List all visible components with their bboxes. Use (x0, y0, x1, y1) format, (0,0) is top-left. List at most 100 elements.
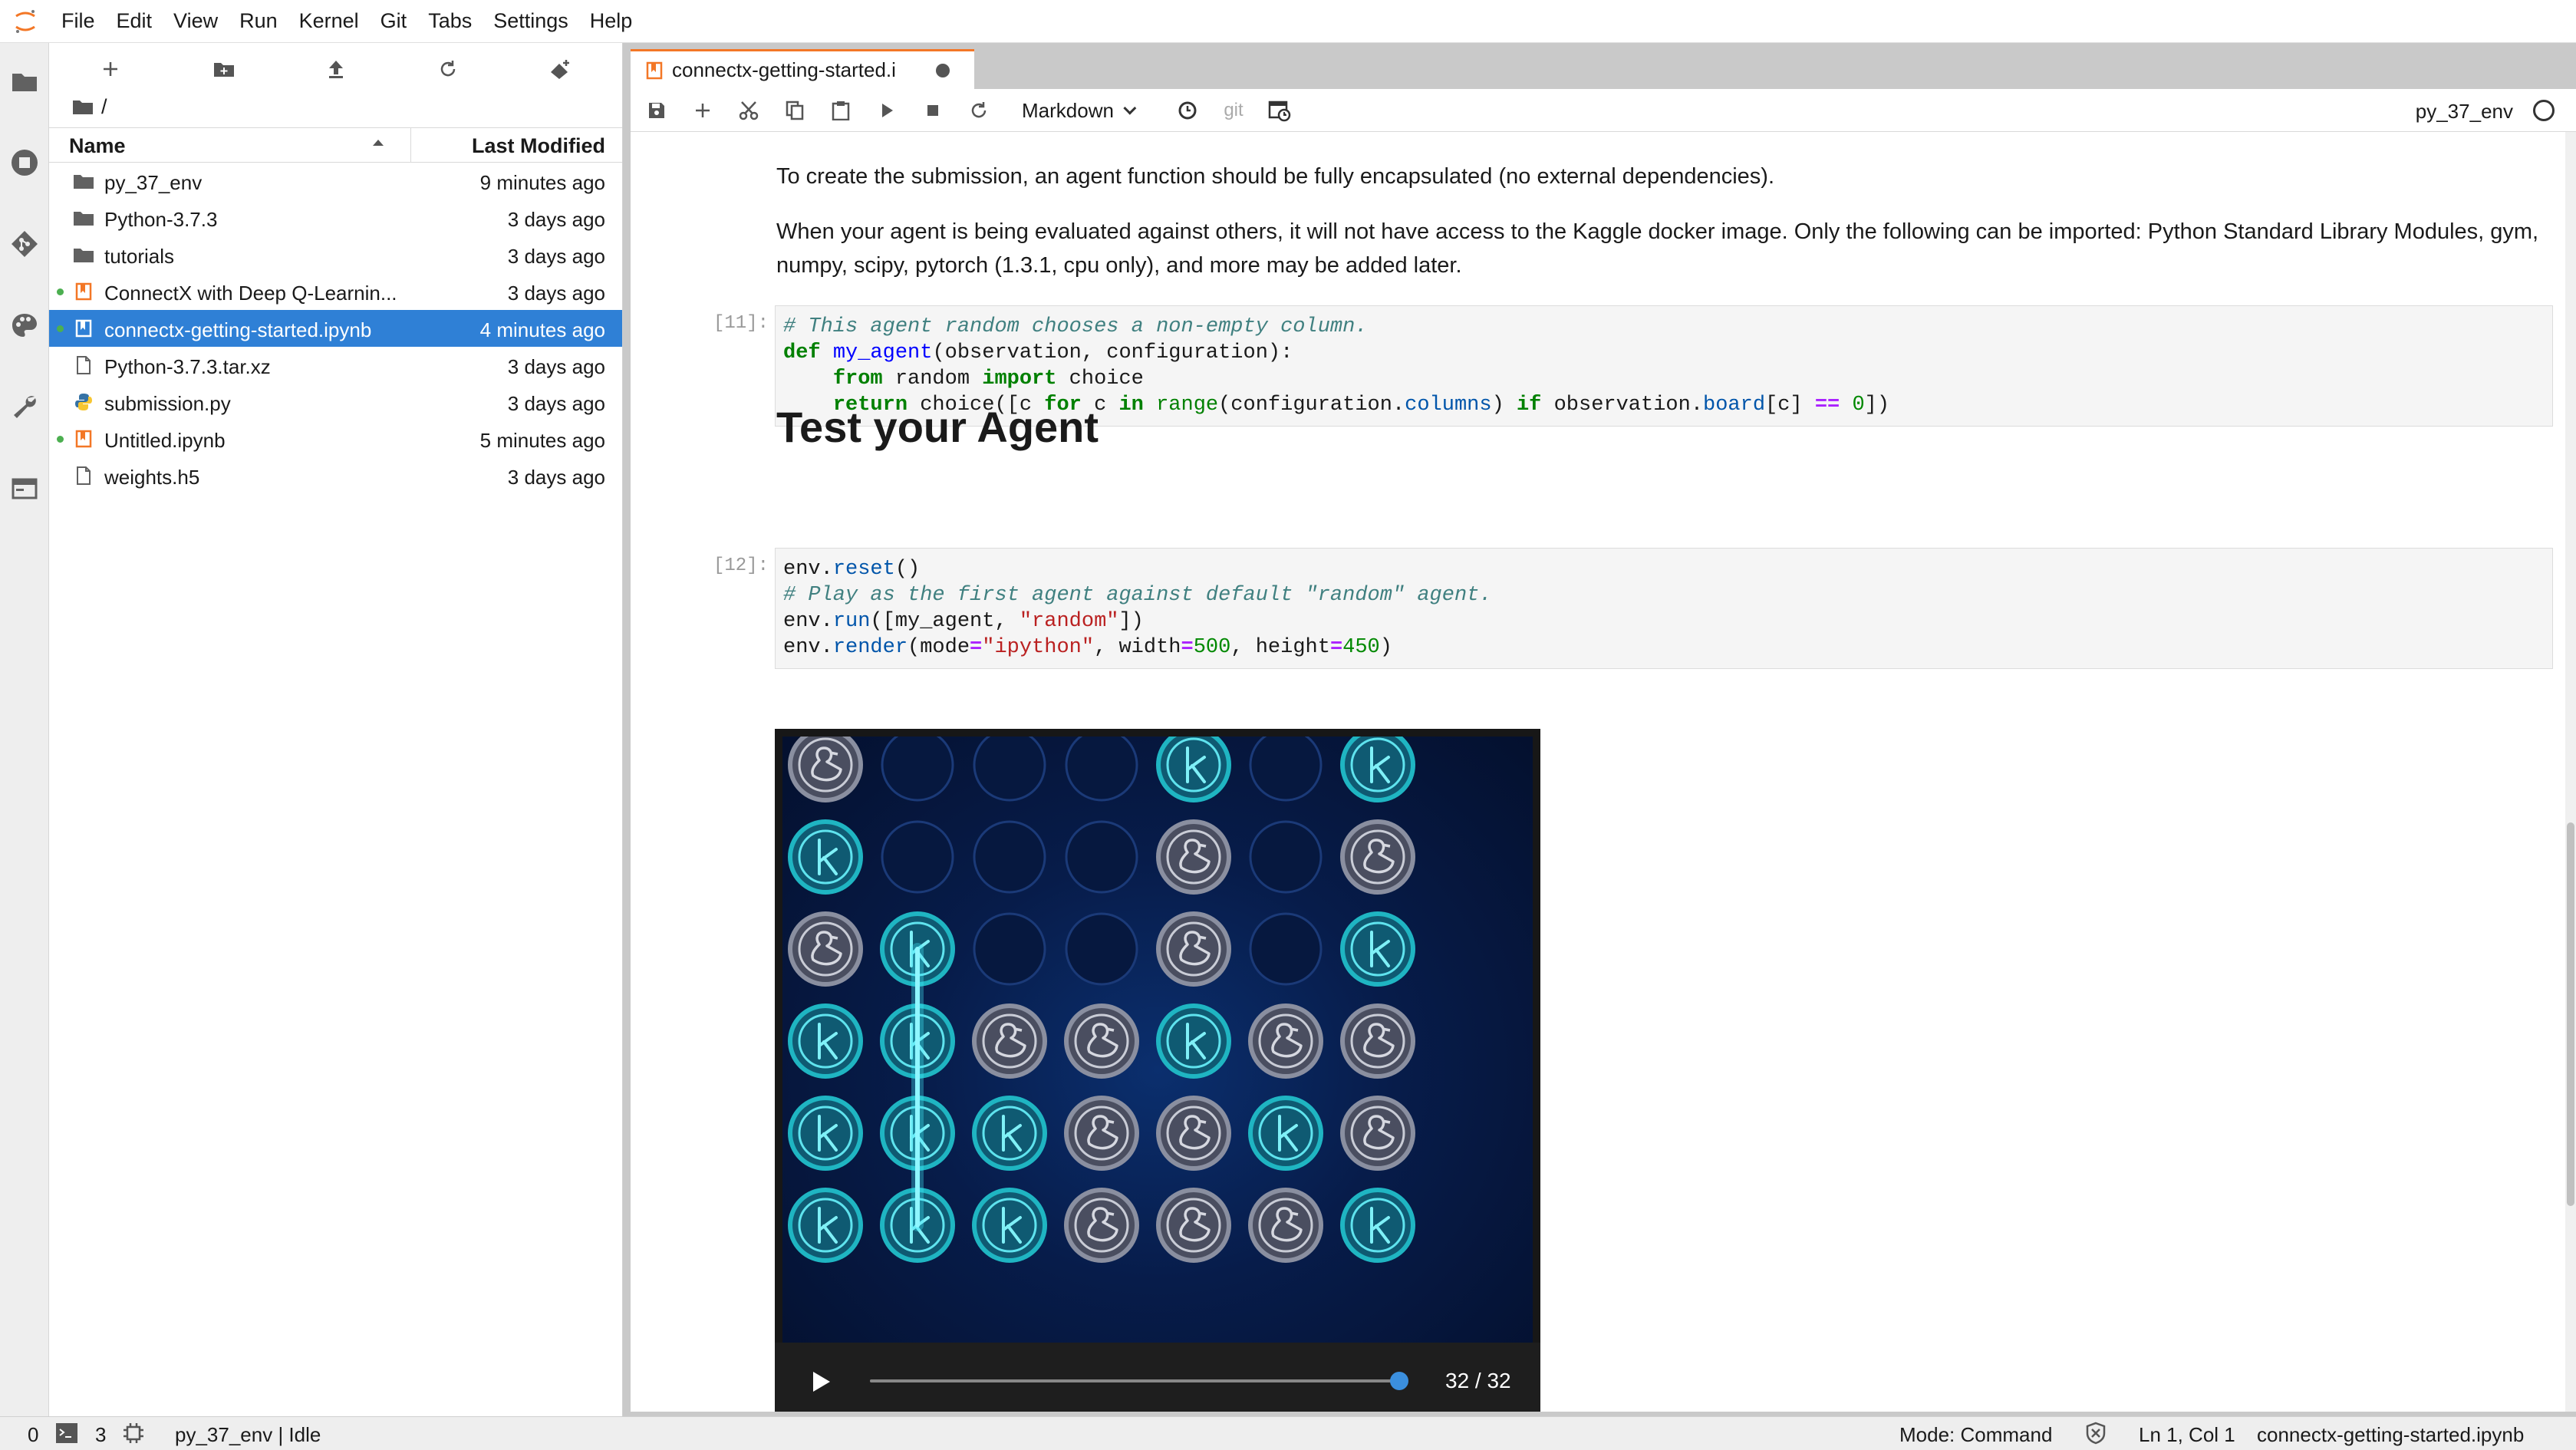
terminal-icon[interactable] (55, 1422, 78, 1450)
home-folder-icon[interactable] (72, 98, 94, 115)
upload-icon[interactable] (321, 54, 351, 84)
duck-piece (1064, 1188, 1139, 1263)
notebook-icon (646, 61, 663, 79)
refresh-icon[interactable] (433, 54, 463, 84)
play-icon[interactable] (813, 1372, 830, 1392)
file-modified: 3 days ago (507, 208, 605, 231)
git-diff-button[interactable]: git (1218, 95, 1249, 126)
cursor-position[interactable]: Ln 1, Col 1 (2139, 1423, 2235, 1447)
file-row[interactable]: Python-3.7.3 3 days ago (49, 199, 622, 236)
copy-icon[interactable] (779, 95, 810, 126)
trusted-shield-icon[interactable] (2085, 1422, 2107, 1450)
kernel-icon[interactable] (123, 1422, 144, 1449)
cell-type-dropdown[interactable]: Markdown (1022, 95, 1137, 126)
folder-icon[interactable] (9, 66, 40, 97)
menu-tabs[interactable]: Tabs (417, 0, 483, 43)
terminal-count[interactable]: 0 (28, 1423, 38, 1447)
file-modified: 3 days ago (507, 245, 605, 268)
notebook-scrollbar[interactable] (2565, 132, 2576, 1412)
new-launcher-icon[interactable] (95, 54, 126, 84)
sort-ascending-icon[interactable] (373, 140, 384, 146)
markdown-paragraph-2: When your agent is being evaluated again… (776, 219, 2539, 278)
kernel-idle-icon (2533, 100, 2555, 121)
k-piece (1248, 1096, 1323, 1171)
paste-icon[interactable] (825, 95, 856, 126)
file-modified: 3 days ago (507, 282, 605, 305)
breadcrumb-root[interactable]: / (101, 95, 107, 119)
cut-icon[interactable] (733, 95, 764, 126)
file-name: Untitled.ipynb (104, 429, 226, 452)
board-svg (788, 737, 1415, 1263)
heading-test-your-agent: Test your Agent (776, 403, 1099, 451)
menu-settings[interactable]: Settings (483, 0, 579, 43)
duck-piece (788, 911, 863, 987)
tab-notebook[interactable]: connectx-getting-started.i (631, 49, 974, 89)
k-piece (972, 1188, 1047, 1263)
running-icon[interactable] (9, 147, 40, 178)
save-icon[interactable] (641, 95, 672, 126)
step-slider-thumb[interactable] (1390, 1372, 1408, 1390)
unsaved-indicator-icon[interactable] (936, 63, 950, 77)
scrollbar-thumb[interactable] (2567, 822, 2574, 1206)
menu-bar: File Edit View Run Kernel Git Tabs Setti… (0, 0, 2576, 43)
restart-icon[interactable] (964, 95, 994, 126)
file-row[interactable]: tutorials 3 days ago (49, 236, 622, 273)
menu-run[interactable]: Run (229, 0, 288, 43)
file-name: py_37_env (104, 171, 203, 194)
duck-piece (972, 1003, 1047, 1079)
duck-piece (1156, 819, 1231, 895)
step-counter: 32 / 32 (1445, 1369, 1511, 1392)
menu-help[interactable]: Help (579, 0, 644, 43)
tabs-icon[interactable] (9, 473, 40, 503)
stop-icon[interactable] (917, 95, 948, 126)
k-piece (788, 1003, 863, 1079)
wrench-icon[interactable] (9, 391, 40, 422)
duck-piece (1340, 819, 1415, 895)
status-bar: 0 3 py_37_env | Idle Mode: Command Ln 1,… (0, 1416, 2576, 1450)
new-folder-icon[interactable] (209, 54, 239, 84)
notebook-panel: Markdown git py_37_env To create the sub… (631, 89, 2576, 1412)
file-row[interactable]: Python-3.7.3.tar.xz 3 days ago (49, 347, 622, 384)
schedule-calendar-icon[interactable] (1264, 95, 1295, 126)
clock-icon[interactable] (1172, 95, 1203, 126)
file-modified: 5 minutes ago (479, 429, 605, 452)
empty-slot (1249, 912, 1323, 986)
k-piece (1156, 1003, 1231, 1079)
game-board (782, 737, 1533, 1343)
duck-piece (1340, 1003, 1415, 1079)
duck-piece (1156, 1188, 1231, 1263)
menu-file[interactable]: File (51, 0, 106, 43)
menu-view[interactable]: View (163, 0, 229, 43)
empty-slot (1249, 737, 1323, 802)
file-row[interactable]: submission.py 3 days ago (49, 384, 622, 420)
kernel-count[interactable]: 3 (95, 1423, 106, 1447)
file-browser: / Name Last Modified py_37_env 9 minutes … (49, 43, 623, 1416)
menu-kernel[interactable]: Kernel (288, 0, 370, 43)
file-name: ConnectX with Deep Q-Learnin... (104, 282, 397, 305)
menu-git[interactable]: Git (370, 0, 418, 43)
palette-icon[interactable] (9, 310, 40, 341)
file-row[interactable]: connectx-getting-started.ipynb 4 minutes … (49, 310, 622, 347)
insert-cell-icon[interactable] (687, 95, 718, 126)
run-icon[interactable] (871, 95, 902, 126)
git-icon[interactable] (9, 229, 40, 259)
duck-piece (1248, 1003, 1323, 1079)
notebook-icon (72, 281, 95, 302)
kernel-status-text[interactable]: py_37_env | Idle (175, 1423, 321, 1447)
file-row[interactable]: Untitled.ipynb 5 minutes ago (49, 420, 622, 457)
kernel-name[interactable]: py_37_env (2416, 100, 2513, 124)
empty-slot (881, 820, 954, 894)
file-row[interactable]: py_37_env 9 minutes ago (49, 163, 622, 199)
column-divider[interactable] (410, 128, 411, 162)
running-indicator-icon (57, 288, 64, 295)
code-cell-run[interactable]: env.reset() # Play as the first agent ag… (775, 548, 2553, 669)
git-clone-icon[interactable] (545, 54, 575, 84)
last-modified-column-header[interactable]: Last Modified (472, 134, 605, 158)
file-row[interactable]: ConnectX with Deep Q-Learnin... 3 days ag… (49, 273, 622, 310)
status-filename: connectx-getting-started.ipynb (2257, 1423, 2525, 1446)
menu-edit[interactable]: Edit (106, 0, 163, 43)
name-column-header[interactable]: Name (69, 134, 126, 158)
file-row[interactable]: weights.h5 3 days ago (49, 457, 622, 494)
mode-indicator[interactable]: Mode: Command (1899, 1423, 2052, 1447)
markdown-paragraph-1: To create the submission, an agent funct… (776, 164, 1775, 189)
